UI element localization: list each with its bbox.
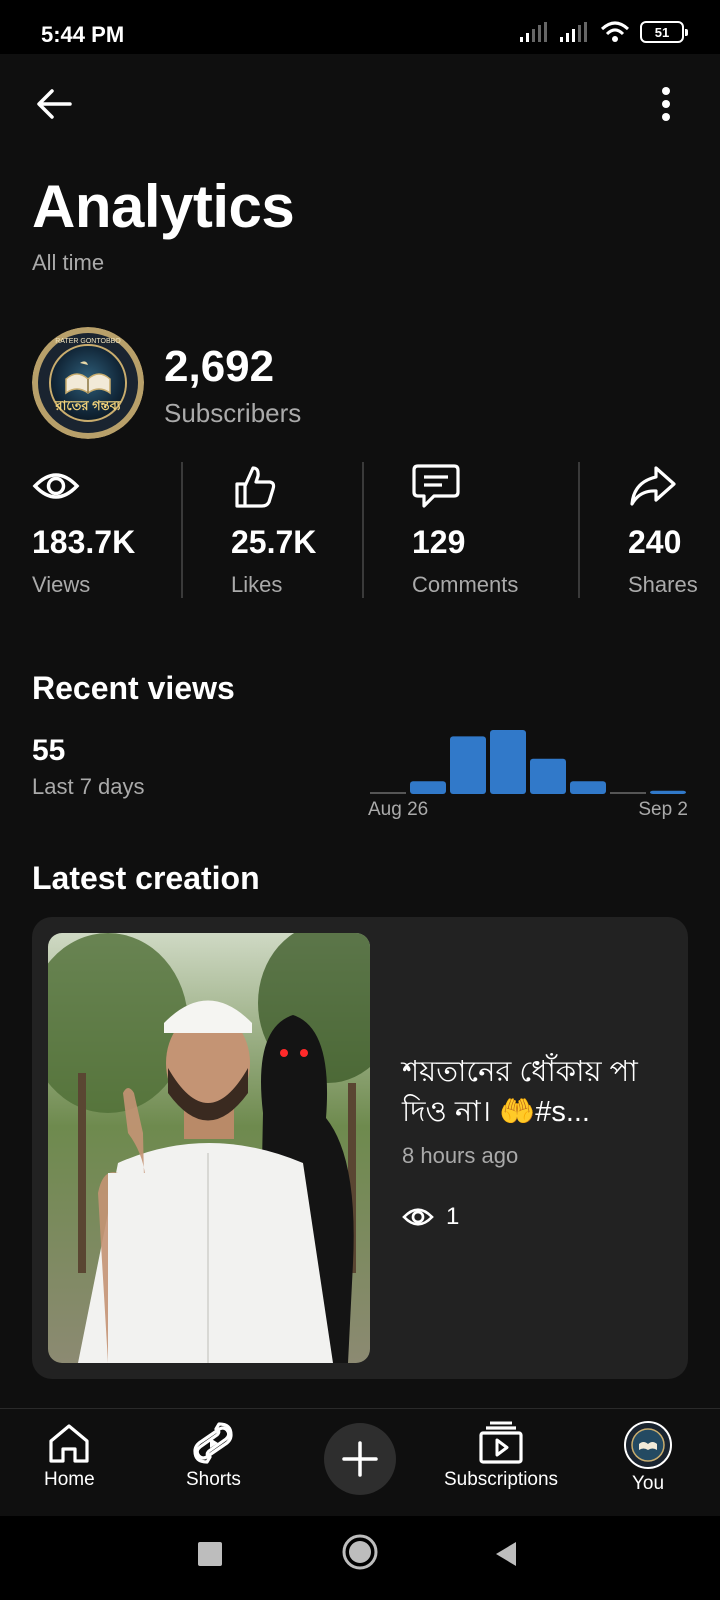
stat-value: 183.7K <box>32 524 136 560</box>
status-bar: 5:44 PM 51 <box>0 0 720 54</box>
nav-shorts[interactable]: Shorts <box>186 1421 241 1491</box>
stat-label: Likes <box>231 572 283 597</box>
video-time-ago: 8 hours ago <box>402 1143 519 1168</box>
circle-icon[interactable] <box>342 1534 378 1570</box>
chart-bar <box>530 758 566 794</box>
nav-label: Shorts <box>186 1469 241 1490</box>
stat-value: 129 <box>412 524 466 560</box>
recent-views-count: 55 <box>32 734 66 767</box>
create-button[interactable] <box>324 1423 396 1495</box>
stat-shares: 240 Shares <box>628 462 698 597</box>
more-vert-icon <box>662 87 670 121</box>
recent-views-title: Recent views <box>32 670 235 706</box>
triangle-back-icon[interactable] <box>494 1540 518 1568</box>
signal-icon <box>560 22 587 42</box>
chart-bar <box>410 781 446 794</box>
channel-avatar-ring-text: RATER GONTOBBO <box>55 338 121 345</box>
share-icon <box>630 466 676 506</box>
status-time: 5:44 PM <box>41 22 125 47</box>
home-icon <box>49 1424 89 1463</box>
stat-label: Comments <box>412 572 519 597</box>
plus-icon <box>342 1441 378 1477</box>
stat-label: Shares <box>628 572 698 597</box>
comment-icon <box>412 464 460 508</box>
page-title: Analytics <box>32 173 295 240</box>
chart-bar <box>650 790 686 794</box>
bottom-nav: Home Shorts Subscriptions You <box>0 1408 720 1516</box>
period-label: All time <box>32 250 105 275</box>
divider <box>181 462 183 598</box>
channel-avatar: রাতের গন্তব্য RATER GONTOBBO <box>32 327 144 439</box>
thumbs-up-icon <box>235 466 276 508</box>
subscribers-count: 2,692 <box>164 342 275 391</box>
subscribers-label: Subscribers <box>164 398 302 428</box>
nav-home[interactable]: Home <box>44 1421 95 1491</box>
stat-value: 25.7K <box>231 524 317 560</box>
status-icons: 51 <box>520 20 688 44</box>
divider <box>578 462 580 598</box>
video-title[interactable]: শয়তানের ধোঁকায় পা দিও না। 🤲#s... <box>402 1052 664 1132</box>
video-views: 1 <box>402 1201 459 1233</box>
more-options-button[interactable] <box>644 82 688 126</box>
video-thumbnail[interactable] <box>48 933 370 1363</box>
chart-tick-label: Sep 2 <box>638 799 688 820</box>
nav-label: Subscriptions <box>444 1469 559 1490</box>
chart-bar <box>490 730 526 794</box>
recent-views-period: Last 7 days <box>32 774 145 799</box>
nav-label: Home <box>44 1469 95 1490</box>
channel-avatar-text: রাতের গন্তব্য <box>55 398 121 413</box>
square-icon[interactable] <box>198 1542 222 1566</box>
wifi-icon <box>600 21 630 42</box>
stat-value: 240 <box>628 524 682 560</box>
chart-tick-label: Aug 26 <box>368 799 429 820</box>
eye-icon <box>32 473 80 499</box>
stat-label: Views <box>32 572 91 597</box>
avatar <box>624 1421 672 1469</box>
stat-likes: 25.7K Likes <box>231 462 316 597</box>
subscriptions-icon <box>479 1421 523 1464</box>
stat-comments: 129 Comments <box>412 462 518 597</box>
chart-bar <box>570 781 606 794</box>
chart-bar <box>450 736 486 794</box>
battery-icon: 51 <box>640 21 688 43</box>
back-button[interactable] <box>32 82 76 126</box>
eye-icon <box>402 1208 434 1226</box>
chart-bar <box>610 792 646 794</box>
divider <box>362 462 364 598</box>
nav-you[interactable]: You <box>624 1421 672 1495</box>
battery-level: 51 <box>654 24 670 40</box>
latest-creation-card[interactable]: শয়তানের ধোঁকায় পা দিও না। 🤲#s... 8 hou… <box>32 917 688 1379</box>
chart-bar <box>370 792 406 794</box>
stat-views: 183.7K Views <box>32 462 135 597</box>
shorts-icon <box>193 1422 234 1464</box>
video-views-count: 1 <box>446 1203 460 1230</box>
nav-label: You <box>631 1473 665 1494</box>
nav-subscriptions[interactable]: Subscriptions <box>444 1421 558 1491</box>
latest-creation-title: Latest creation <box>32 860 260 896</box>
signal-icon <box>520 22 547 42</box>
arrow-back-icon <box>37 89 72 119</box>
system-nav-bar <box>0 1516 720 1600</box>
